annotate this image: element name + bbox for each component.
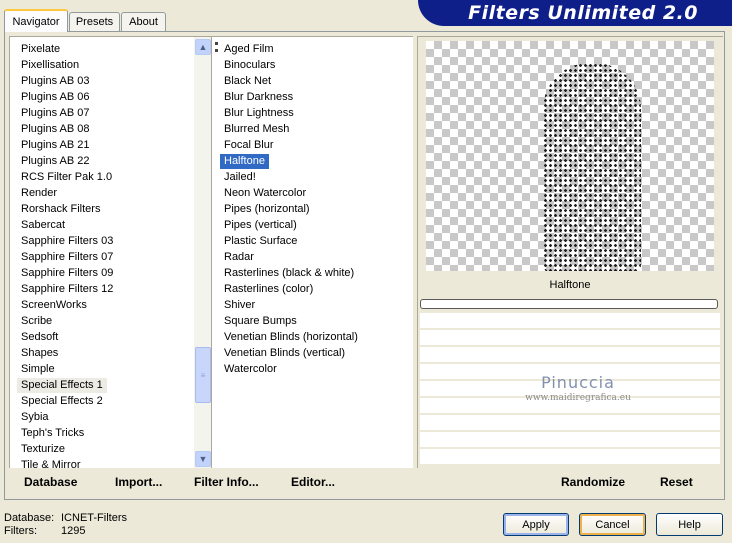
category-item[interactable]: Sedsoft bbox=[17, 330, 62, 345]
category-item[interactable]: Plugins AB 07 bbox=[17, 106, 94, 121]
category-item[interactable]: Plugins AB 08 bbox=[17, 122, 94, 137]
filters-key: Filters: bbox=[4, 525, 37, 537]
status-info: Database: ICNET-Filters Filters: 1295 bbox=[4, 512, 127, 538]
filter-item[interactable]: Pipes (vertical) bbox=[220, 218, 301, 233]
filter-item[interactable]: Plastic Surface bbox=[220, 234, 301, 249]
category-list[interactable]: ▲ ≡ ▼ Pixelate Pixellisation Plugins AB 03… bbox=[9, 36, 211, 471]
chevron-down-icon: ▼ bbox=[198, 454, 208, 464]
category-item[interactable]: Plugins AB 06 bbox=[17, 90, 94, 105]
progress-bar bbox=[420, 299, 718, 309]
param-row bbox=[420, 449, 720, 464]
grip-icon: ≡ bbox=[200, 370, 206, 380]
database-value: ICNET-Filters bbox=[61, 512, 127, 524]
category-item[interactable]: ScreenWorks bbox=[17, 298, 91, 313]
import-button[interactable]: Import... bbox=[115, 475, 162, 489]
category-item[interactable]: Plugins AB 22 bbox=[17, 154, 94, 169]
database-button[interactable]: Database bbox=[24, 475, 77, 489]
category-item[interactable]: Render bbox=[17, 186, 61, 201]
param-row bbox=[420, 381, 720, 396]
title-banner: Filters Unlimited 2.0 bbox=[418, 0, 732, 26]
category-item[interactable]: Sapphire Filters 03 bbox=[17, 234, 117, 249]
param-row bbox=[420, 313, 720, 328]
param-row bbox=[420, 347, 720, 362]
app-title: Filters Unlimited 2.0 bbox=[468, 2, 698, 24]
tab-about[interactable]: About bbox=[121, 12, 166, 31]
filters-count: 1295 bbox=[61, 525, 86, 537]
category-item[interactable]: Pixelate bbox=[17, 42, 64, 57]
category-item[interactable]: Shapes bbox=[17, 346, 62, 361]
category-item[interactable]: Plugins AB 21 bbox=[17, 138, 94, 153]
category-item[interactable]: Sabercat bbox=[17, 218, 69, 233]
param-row bbox=[420, 330, 720, 345]
category-item[interactable]: Sapphire Filters 07 bbox=[17, 250, 117, 265]
filter-item[interactable]: Neon Watercolor bbox=[220, 186, 310, 201]
filter-item[interactable]: Shiver bbox=[220, 298, 259, 313]
filter-item[interactable]: Square Bumps bbox=[220, 314, 301, 329]
preview-image bbox=[426, 41, 714, 271]
parameter-area: Pinuccia www.maidiregrafica.eu bbox=[420, 313, 720, 468]
param-row bbox=[420, 398, 720, 413]
category-item[interactable]: Plugins AB 03 bbox=[17, 74, 94, 89]
category-item[interactable]: Rorshack Filters bbox=[17, 202, 104, 217]
category-item[interactable]: Pixellisation bbox=[17, 58, 83, 73]
chevron-up-icon: ▲ bbox=[198, 42, 208, 52]
param-row bbox=[420, 364, 720, 379]
category-item[interactable]: Simple bbox=[17, 362, 59, 377]
category-item[interactable]: Special Effects 2 bbox=[17, 394, 107, 409]
randomize-button[interactable]: Randomize bbox=[561, 475, 625, 489]
category-item[interactable]: Teph's Tricks bbox=[17, 426, 88, 441]
filter-item[interactable]: Radar bbox=[220, 250, 258, 265]
selected-filter-name: Halftone bbox=[420, 274, 720, 296]
cancel-button[interactable]: Cancel bbox=[579, 513, 646, 536]
filter-item[interactable]: Rasterlines (black & white) bbox=[220, 266, 358, 281]
category-item[interactable]: Scribe bbox=[17, 314, 56, 329]
filter-item[interactable]: Binoculars bbox=[220, 58, 279, 73]
filter-item[interactable]: Rasterlines (color) bbox=[220, 282, 317, 297]
category-item[interactable]: RCS Filter Pak 1.0 bbox=[17, 170, 116, 185]
tab-presets[interactable]: Presets bbox=[69, 12, 120, 31]
database-key: Database: bbox=[4, 512, 55, 524]
filter-item[interactable]: Blurred Mesh bbox=[220, 122, 293, 137]
category-item[interactable]: Sybia bbox=[17, 410, 53, 425]
filter-item[interactable]: Jailed! bbox=[220, 170, 260, 185]
left-toolbar: Database Import... Filter Info... Editor… bbox=[9, 468, 413, 496]
filter-item[interactable]: Venetian Blinds (vertical) bbox=[220, 346, 349, 361]
filter-item[interactable]: Black Net bbox=[220, 74, 275, 89]
category-item[interactable]: Texturize bbox=[17, 442, 69, 457]
filter-info-button[interactable]: Filter Info... bbox=[194, 475, 259, 489]
scroll-down-button[interactable]: ▼ bbox=[195, 451, 211, 467]
help-button[interactable]: Help bbox=[656, 513, 723, 536]
filter-item[interactable]: Blur Lightness bbox=[220, 106, 298, 121]
filter-item[interactable]: Blur Darkness bbox=[220, 90, 297, 105]
editor-button[interactable]: Editor... bbox=[291, 475, 335, 489]
filter-item[interactable]: Aged Film bbox=[220, 42, 278, 57]
param-row bbox=[420, 415, 720, 430]
filter-item[interactable]: Venetian Blinds (horizontal) bbox=[220, 330, 362, 345]
category-item[interactable]: Special Effects 1 bbox=[17, 378, 107, 393]
scroll-up-button[interactable]: ▲ bbox=[195, 39, 211, 55]
filter-item[interactable]: Pipes (horizontal) bbox=[220, 202, 314, 217]
right-toolbar: Randomize Reset bbox=[417, 468, 723, 496]
reset-button[interactable]: Reset bbox=[660, 475, 693, 489]
param-row bbox=[420, 432, 720, 447]
tab-navigator[interactable]: Navigator bbox=[4, 9, 68, 32]
category-item[interactable]: Sapphire Filters 09 bbox=[17, 266, 117, 281]
category-scrollbar[interactable]: ▲ ≡ ▼ bbox=[194, 37, 211, 469]
halftone-portrait bbox=[543, 63, 641, 271]
filter-item[interactable]: Focal Blur bbox=[220, 138, 278, 153]
drag-handle-icon bbox=[215, 42, 218, 52]
filter-list[interactable]: Aged Film Binoculars Black Net Blur Darknes… bbox=[211, 36, 413, 468]
scroll-thumb[interactable]: ≡ bbox=[195, 347, 211, 403]
filter-item[interactable]: Halftone bbox=[220, 154, 269, 169]
filter-item[interactable]: Watercolor bbox=[220, 362, 281, 377]
navigator-panel: ▲ ≡ ▼ Pixelate Pixellisation Plugins AB 03… bbox=[4, 31, 725, 500]
apply-button[interactable]: Apply bbox=[503, 513, 569, 536]
preview-panel: Halftone Pinuccia www.maidiregrafica.eu bbox=[417, 36, 723, 468]
category-item[interactable]: Sapphire Filters 12 bbox=[17, 282, 117, 297]
